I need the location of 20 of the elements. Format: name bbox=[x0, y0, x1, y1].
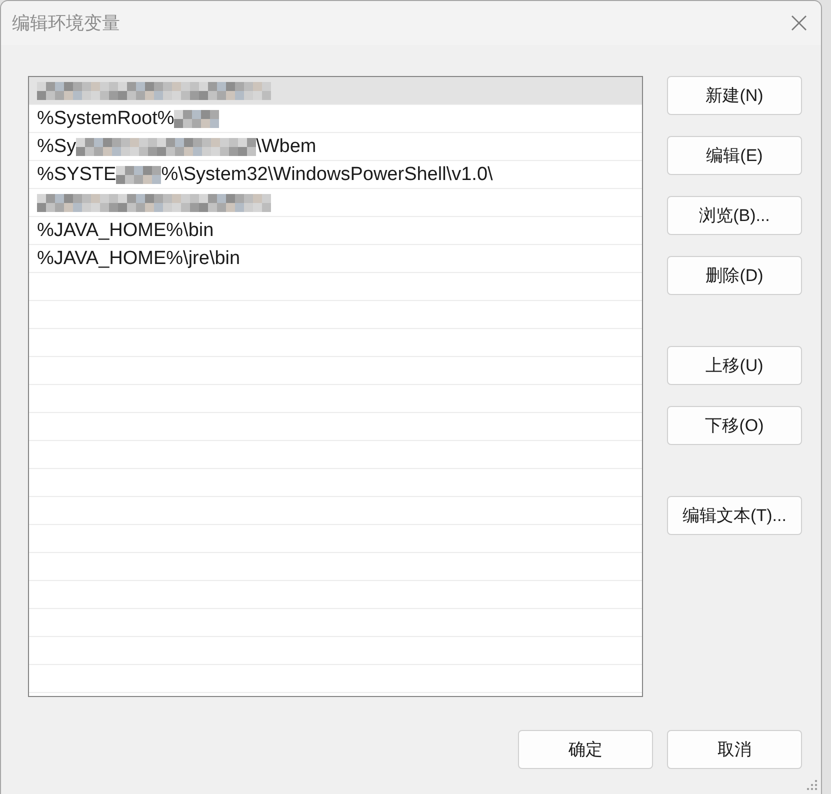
action-button[interactable]: 编辑文本(T)... bbox=[667, 496, 802, 535]
path-text: %Sy bbox=[37, 136, 76, 158]
action-button[interactable]: 新建(N) bbox=[667, 76, 802, 115]
action-button[interactable]: 编辑(E) bbox=[667, 136, 802, 175]
path-text: \Wbem bbox=[256, 136, 316, 158]
action-button[interactable]: 删除(D) bbox=[667, 256, 802, 295]
close-icon bbox=[791, 15, 807, 31]
action-button[interactable]: 浏览(B)... bbox=[667, 196, 802, 235]
dialog-button[interactable]: 确定 bbox=[518, 730, 653, 769]
window-title: 编辑环境变量 bbox=[12, 12, 120, 35]
mosaic-redaction bbox=[174, 110, 220, 128]
path-list-item[interactable] bbox=[29, 77, 642, 105]
mosaic-redaction bbox=[116, 166, 162, 184]
path-text: %SYSTE bbox=[37, 164, 116, 186]
resize-grip-icon bbox=[806, 779, 818, 791]
action-button[interactable]: 下移(O) bbox=[667, 406, 802, 445]
path-text: %SystemRoot% bbox=[37, 108, 174, 130]
action-button[interactable]: 上移(U) bbox=[667, 346, 802, 385]
path-text: %\System32\WindowsPowerShell\v1.0\ bbox=[161, 164, 493, 186]
dialog-button[interactable]: 取消 bbox=[667, 730, 802, 769]
